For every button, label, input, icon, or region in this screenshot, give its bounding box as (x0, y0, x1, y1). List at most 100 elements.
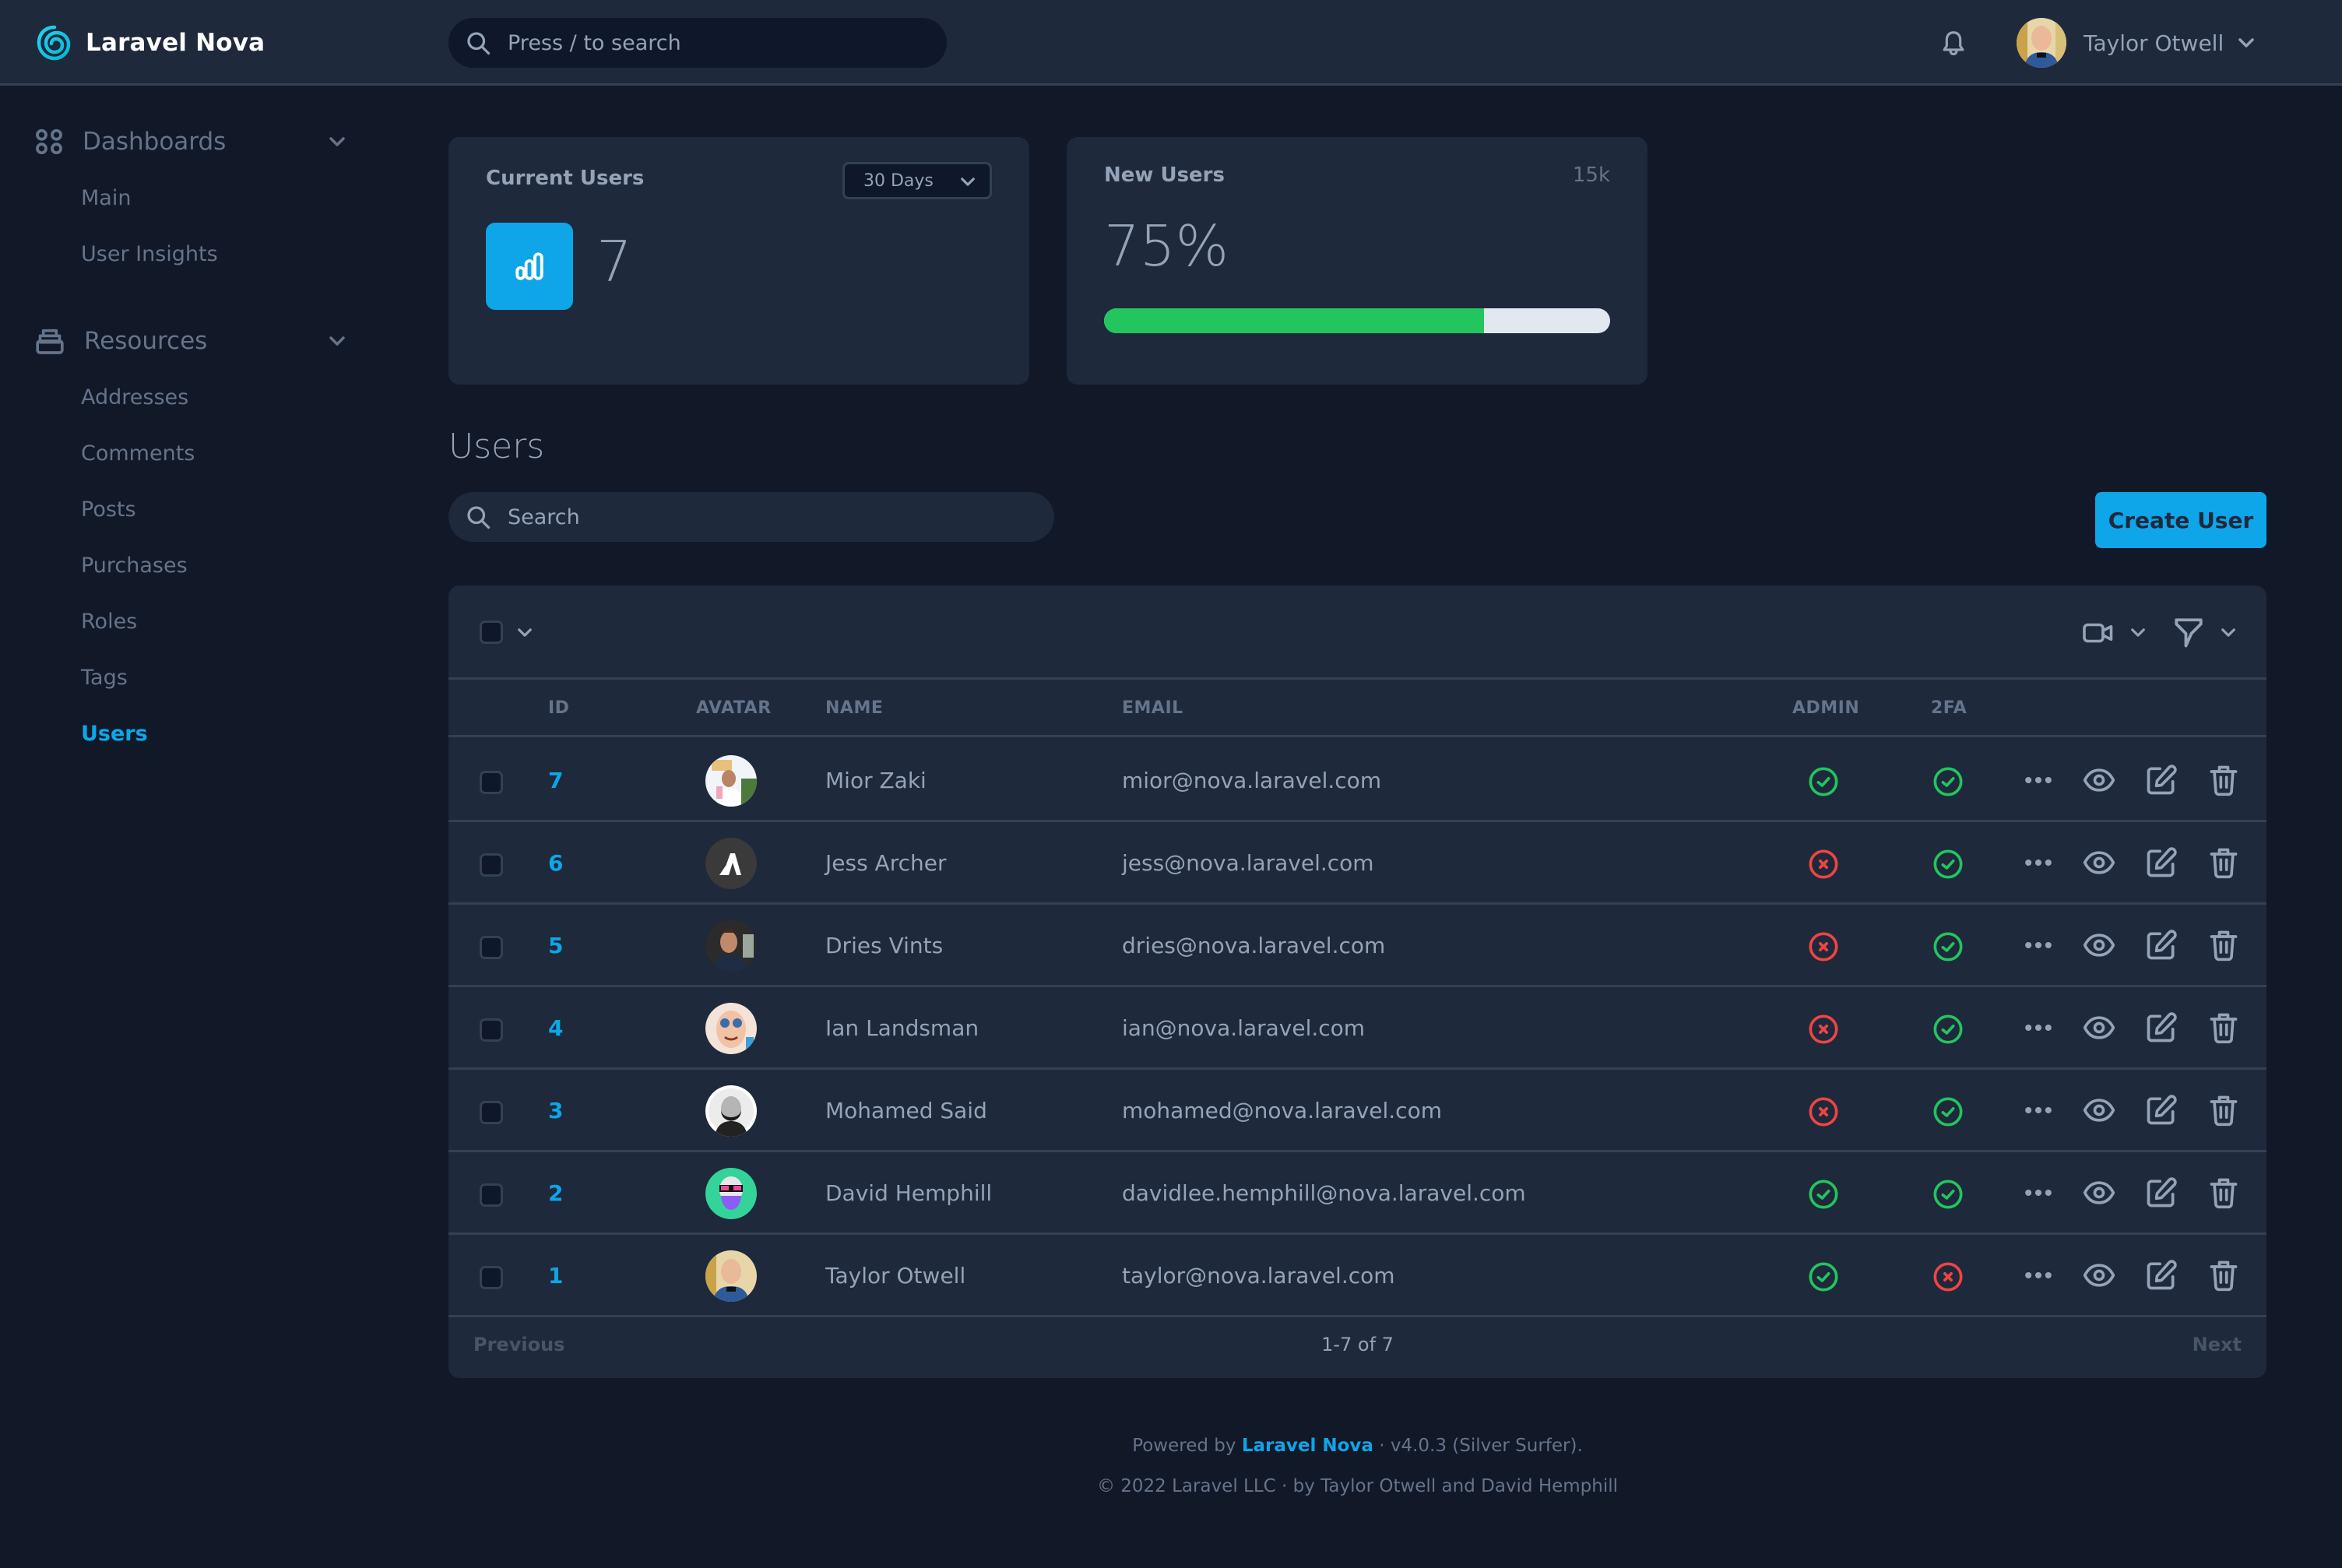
edit-icon[interactable] (2144, 1258, 2178, 1292)
row-email: jess@nova.laravel.com (1122, 850, 1374, 876)
delete-trash-icon[interactable] (2207, 1093, 2241, 1127)
delete-trash-icon[interactable] (2207, 763, 2241, 797)
row-checkbox[interactable] (480, 853, 503, 877)
range-select[interactable]: 30 Days (842, 162, 992, 199)
sidebar-item-addresses[interactable]: Addresses (81, 385, 188, 410)
column-header-id[interactable]: ID (548, 698, 569, 718)
column-header-2fa[interactable]: 2FA (1931, 698, 1967, 718)
row-id-link[interactable]: 3 (548, 1098, 563, 1123)
sidebar-item-tags[interactable]: Tags (81, 666, 128, 690)
row-checkbox[interactable] (480, 1101, 503, 1124)
table-row[interactable]: 4 Ian Landsman ian@nova.laravel.com (448, 987, 2266, 1070)
card-title: Current Users (486, 167, 645, 190)
chevron-down-icon[interactable] (517, 628, 533, 638)
laravel-nova-link[interactable]: Laravel Nova (1242, 1436, 1373, 1456)
pagination-count: 1-7 of 7 (1321, 1334, 1394, 1355)
view-eye-icon[interactable] (2082, 928, 2116, 962)
row-id-link[interactable]: 6 (548, 850, 563, 876)
view-eye-icon[interactable] (2082, 1176, 2116, 1210)
more-actions-icon[interactable] (2021, 1093, 2055, 1127)
chevron-down-icon (329, 137, 345, 146)
footer-powered-by: Powered by Laravel Nova · v4.0.3 (Silver… (448, 1436, 2266, 1456)
chevron-down-icon[interactable] (2221, 628, 2236, 638)
row-checkbox[interactable] (480, 1266, 503, 1289)
sidebar-item-comments[interactable]: Comments (81, 441, 195, 466)
column-header-email[interactable]: EMAIL (1122, 698, 1183, 718)
column-header-admin[interactable]: ADMIN (1792, 698, 1859, 718)
sidebar-item-users[interactable]: Users (81, 722, 148, 746)
view-eye-icon[interactable] (2082, 1093, 2116, 1127)
sidebar-item-posts[interactable]: Posts (81, 497, 136, 522)
admin-x-icon (1808, 1014, 1839, 1045)
delete-trash-icon[interactable] (2207, 928, 2241, 962)
row-id-link[interactable]: 4 (548, 1015, 563, 1041)
row-id-link[interactable]: 5 (548, 933, 563, 958)
table-row[interactable]: 6 Jess Archer jess@nova.laravel.com (448, 822, 2266, 905)
column-header-name[interactable]: NAME (825, 698, 883, 718)
admin-x-icon (1808, 1096, 1839, 1127)
table-toolbar (448, 585, 2266, 680)
chevron-down-icon[interactable] (2130, 628, 2146, 638)
search-icon (467, 32, 491, 55)
edit-icon[interactable] (2144, 1011, 2178, 1045)
sidebar-item-main[interactable]: Main (81, 186, 131, 210)
select-all-checkbox[interactable] (480, 621, 503, 644)
sidebar-item-user-insights[interactable]: User Insights (81, 242, 218, 266)
admin-x-icon (1808, 931, 1839, 962)
avatar (705, 1085, 757, 1137)
metric-value: 7 (596, 229, 632, 294)
chevron-down-icon (329, 336, 345, 346)
row-checkbox[interactable] (480, 771, 503, 794)
brand-logo[interactable]: Laravel Nova (36, 22, 265, 64)
edit-icon[interactable] (2144, 1093, 2178, 1127)
more-actions-icon[interactable] (2021, 846, 2055, 880)
row-id-link[interactable]: 2 (548, 1180, 563, 1206)
filter-icon[interactable] (2172, 615, 2205, 649)
delete-trash-icon[interactable] (2207, 1011, 2241, 1045)
row-id-link[interactable]: 1 (548, 1263, 563, 1289)
edit-icon[interactable] (2144, 846, 2178, 880)
view-eye-icon[interactable] (2082, 1011, 2116, 1045)
more-actions-icon[interactable] (2021, 1258, 2055, 1292)
table-row[interactable]: 2 David Hemphill davidlee.hemphill@nova.la… (448, 1152, 2266, 1235)
sidebar-item-roles[interactable]: Roles (81, 610, 137, 634)
global-search-input[interactable]: Press / to search (448, 18, 947, 68)
view-eye-icon[interactable] (2082, 763, 2116, 797)
more-actions-icon[interactable] (2021, 763, 2055, 797)
bell-icon[interactable] (1939, 28, 1968, 59)
sidebar-section-dashboards[interactable]: Dashboards (34, 122, 346, 161)
table-row[interactable]: 3 Mohamed Said mohamed@nova.laravel.com (448, 1070, 2266, 1152)
view-eye-icon[interactable] (2082, 846, 2116, 880)
edit-icon[interactable] (2144, 1176, 2178, 1210)
table-row[interactable]: 7 Mior Zaki mior@nova.laravel.com (448, 740, 2266, 822)
sidebar-section-resources[interactable]: Resources (34, 322, 346, 360)
video-camera-icon[interactable] (2082, 619, 2115, 647)
more-actions-icon[interactable] (2021, 928, 2055, 962)
table-row[interactable]: 1 Taylor Otwell taylor@nova.laravel.com (448, 1235, 2266, 1317)
row-name: Taylor Otwell (825, 1263, 966, 1289)
avatar (705, 755, 757, 807)
more-actions-icon[interactable] (2021, 1176, 2055, 1210)
edit-icon[interactable] (2144, 928, 2178, 962)
nova-spiral-icon (37, 25, 71, 61)
more-actions-icon[interactable] (2021, 1011, 2055, 1045)
next-page-button[interactable]: Next (2193, 1334, 2242, 1355)
delete-trash-icon[interactable] (2207, 1176, 2241, 1210)
table-header: ID AVATAR NAME EMAIL ADMIN 2FA (448, 680, 2266, 737)
edit-icon[interactable] (2144, 763, 2178, 797)
sidebar-item-purchases[interactable]: Purchases (81, 554, 188, 578)
delete-trash-icon[interactable] (2207, 1258, 2241, 1292)
table-row[interactable]: 5 Dries Vints dries@nova.laravel.com (448, 905, 2266, 987)
admin-check-icon (1808, 1261, 1839, 1292)
row-checkbox[interactable] (480, 1018, 503, 1042)
row-id-link[interactable]: 7 (548, 768, 563, 793)
user-menu[interactable]: Taylor Otwell (2017, 17, 2255, 69)
row-checkbox[interactable] (480, 936, 503, 959)
2fa-x-icon (1932, 1261, 1964, 1292)
create-user-button[interactable]: Create User (2095, 492, 2266, 548)
row-checkbox[interactable] (480, 1183, 503, 1207)
search-icon (467, 506, 491, 529)
resource-search-input[interactable]: Search (448, 492, 1054, 542)
delete-trash-icon[interactable] (2207, 846, 2241, 880)
view-eye-icon[interactable] (2082, 1258, 2116, 1292)
